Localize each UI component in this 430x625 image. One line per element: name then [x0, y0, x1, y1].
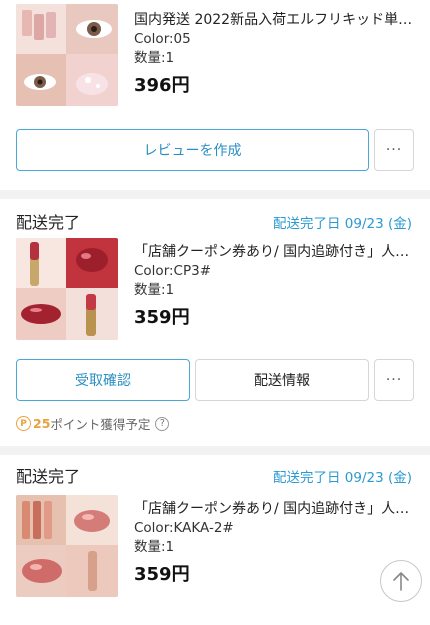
- order-status: 配送完了: [16, 213, 81, 232]
- shipping-info-button[interactable]: 配送情報: [195, 359, 369, 401]
- product-quantity: 数量:1: [134, 50, 175, 66]
- order-card: 国内発送 2022新品入荷エルフリキッド単色ア… Color:05 数量:1 3…: [0, 0, 430, 190]
- scroll-to-top-button[interactable]: [380, 560, 422, 602]
- product-row[interactable]: 「店舗クーポン券あり/ 国内追跡付き」人気… Color:KAKA-2# 数量:…: [0, 495, 430, 605]
- points-icon: P: [16, 416, 31, 431]
- separator: [0, 446, 430, 455]
- product-row[interactable]: 「店舗クーポン券あり/ 国内追跡付き」人気… Color:CP3# 数量:1 3…: [0, 238, 430, 348]
- arrow-up-icon: [393, 572, 409, 591]
- product-price: 359円: [134, 564, 190, 585]
- product-title[interactable]: 「店舗クーポン券あり/ 国内追跡付き」人気…: [134, 499, 418, 519]
- product-price: 359円: [134, 307, 190, 328]
- lip-gloss-product-photo: [16, 495, 118, 597]
- product-price: 396円: [134, 75, 190, 96]
- points-notice: P 25 ポイント獲得予定 ?: [16, 414, 170, 433]
- delivery-date[interactable]: 配送完了日 09/23 (金): [273, 466, 412, 486]
- product-color: Color:05: [134, 31, 191, 47]
- lip-tint-product-photo: [16, 238, 118, 340]
- product-quantity: 数量:1: [134, 282, 175, 298]
- product-row[interactable]: 国内発送 2022新品入荷エルフリキッド単色ア… Color:05 数量:1 3…: [0, 0, 430, 115]
- more-options-button[interactable]: ···: [374, 359, 414, 401]
- product-thumbnail[interactable]: [16, 238, 118, 340]
- product-title[interactable]: 「店舗クーポン券あり/ 国内追跡付き」人気…: [134, 242, 418, 262]
- product-title[interactable]: 国内発送 2022新品入荷エルフリキッド単色ア…: [134, 10, 418, 30]
- separator: [0, 190, 430, 199]
- more-options-button[interactable]: ···: [374, 129, 414, 171]
- product-color: Color:KAKA-2#: [134, 520, 234, 536]
- eyeshadow-product-photo: [16, 4, 118, 106]
- confirm-receipt-button[interactable]: 受取確認: [16, 359, 190, 401]
- delivery-date[interactable]: 配送完了日 09/23 (金): [273, 212, 412, 232]
- product-quantity: 数量:1: [134, 539, 175, 555]
- write-review-button[interactable]: レビューを作成: [16, 129, 369, 171]
- help-icon[interactable]: ?: [155, 416, 170, 431]
- points-label: ポイント獲得予定: [50, 417, 151, 432]
- product-thumbnail[interactable]: [16, 4, 118, 106]
- product-thumbnail[interactable]: [16, 495, 118, 597]
- points-amount: 25: [33, 416, 51, 431]
- order-card: 配送完了 配送完了日 09/23 (金) 「店舗クーポン券あり/ 国内追跡付き」…: [0, 455, 430, 625]
- order-status: 配送完了: [16, 467, 81, 486]
- product-color: Color:CP3#: [134, 263, 212, 279]
- order-card: 配送完了 配送完了日 09/23 (金) 「店舗クーポン券あり/ 国内追跡付き」…: [0, 199, 430, 446]
